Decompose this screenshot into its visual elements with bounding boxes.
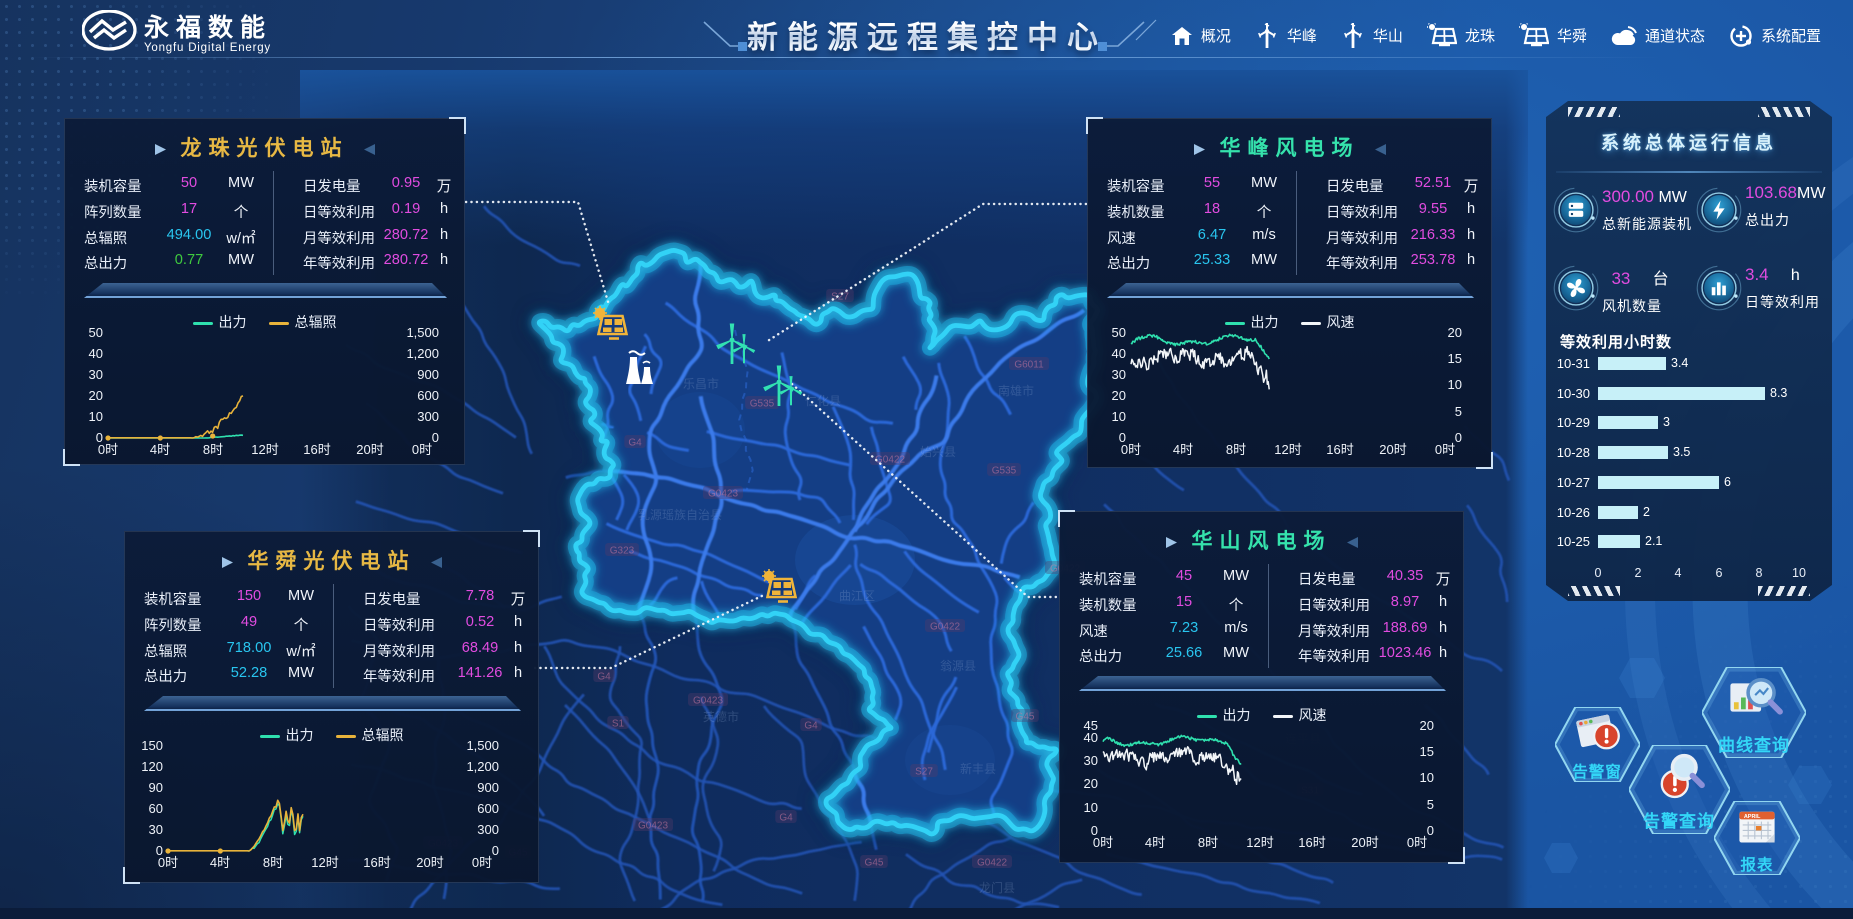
svg-text:300: 300 [417,409,439,424]
svg-text:20: 20 [89,388,103,403]
svg-text:90: 90 [149,780,163,795]
svg-text:4时: 4时 [1145,835,1165,850]
svg-text:0: 0 [492,843,499,858]
svg-text:10: 10 [89,409,103,424]
svg-text:12时: 12时 [251,442,278,457]
svg-text:300: 300 [477,822,499,837]
svg-text:1,500: 1,500 [406,327,439,340]
svg-text:10: 10 [1420,770,1434,785]
svg-text:0: 0 [1455,430,1462,445]
svg-text:0时: 0时 [412,442,432,457]
svg-text:0时: 0时 [98,442,118,457]
svg-text:0时: 0时 [158,855,178,870]
svg-text:20: 20 [1420,720,1434,733]
svg-text:0时: 0时 [472,855,492,870]
svg-text:0: 0 [432,430,439,445]
svg-text:30: 30 [149,822,163,837]
svg-text:20时: 20时 [356,442,383,457]
svg-text:900: 900 [417,367,439,382]
svg-text:4时: 4时 [210,855,230,870]
svg-text:APRIL: APRIL [1744,814,1761,820]
svg-text:150: 150 [141,740,163,753]
svg-text:20: 20 [1448,327,1462,340]
svg-text:5: 5 [1427,797,1434,812]
svg-text:10: 10 [1112,409,1126,424]
svg-text:45: 45 [1084,720,1098,733]
svg-text:12时: 12时 [1246,835,1273,850]
svg-text:600: 600 [417,388,439,403]
svg-text:15: 15 [1448,351,1462,366]
svg-text:16时: 16时 [363,855,390,870]
svg-text:0时: 0时 [1121,442,1141,457]
svg-text:60: 60 [149,801,163,816]
svg-text:0时: 0时 [1093,835,1113,850]
svg-text:30: 30 [1112,367,1126,382]
svg-text:120: 120 [141,759,163,774]
svg-text:40: 40 [89,346,103,361]
svg-text:8时: 8时 [203,442,223,457]
svg-text:30: 30 [1084,753,1098,768]
svg-text:50: 50 [1112,327,1126,340]
svg-text:15: 15 [1420,744,1434,759]
svg-text:30: 30 [89,367,103,382]
svg-text:50: 50 [89,327,103,340]
svg-text:10: 10 [1448,377,1462,392]
svg-text:4时: 4时 [1173,442,1193,457]
svg-text:900: 900 [477,780,499,795]
svg-text:0时: 0时 [1407,835,1427,850]
svg-text:8时: 8时 [1198,835,1218,850]
svg-text:10: 10 [1084,800,1098,815]
svg-text:20: 20 [1112,388,1126,403]
svg-text:16时: 16时 [1326,442,1353,457]
svg-text:1,500: 1,500 [466,740,499,753]
svg-text:8时: 8时 [1226,442,1246,457]
svg-text:0时: 0时 [1435,442,1455,457]
svg-text:1,200: 1,200 [406,346,439,361]
svg-text:20时: 20时 [1351,835,1378,850]
svg-text:16时: 16时 [1298,835,1325,850]
svg-text:600: 600 [477,801,499,816]
svg-text:4时: 4时 [150,442,170,457]
svg-text:20时: 20时 [416,855,443,870]
svg-text:20时: 20时 [1379,442,1406,457]
svg-text:1,200: 1,200 [466,759,499,774]
svg-text:40: 40 [1112,346,1126,361]
svg-text:16时: 16时 [303,442,330,457]
svg-text:12时: 12时 [1274,442,1301,457]
svg-text:8时: 8时 [263,855,283,870]
svg-text:5: 5 [1455,404,1462,419]
svg-text:0: 0 [1427,823,1434,838]
svg-text:20: 20 [1084,776,1098,791]
svg-text:12时: 12时 [311,855,338,870]
